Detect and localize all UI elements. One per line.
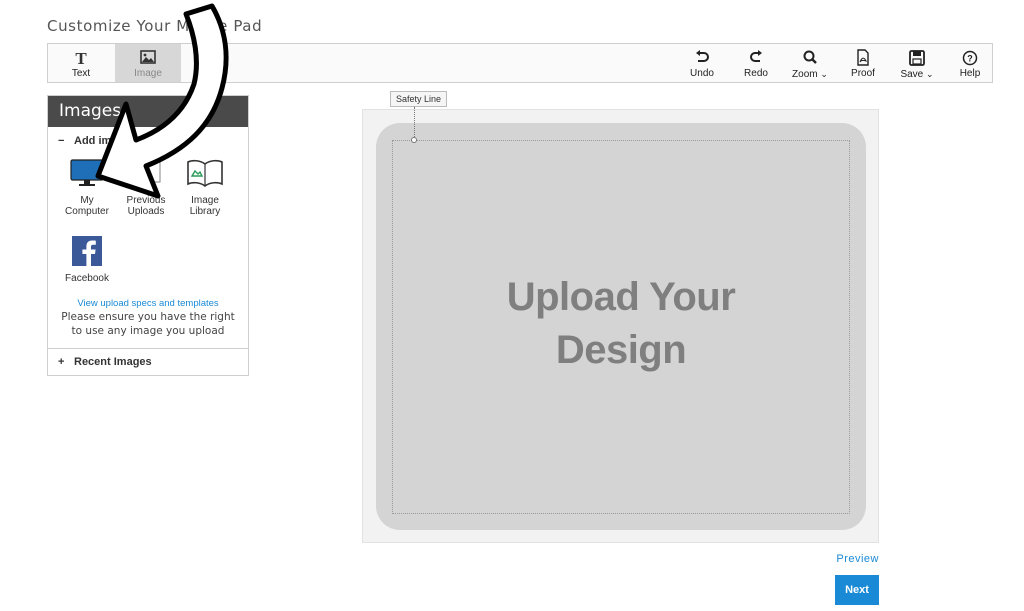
previous-uploads-line1: Previous xyxy=(126,195,166,206)
rights-line1: Please ensure you have the right xyxy=(61,311,235,323)
undo-label: Undo xyxy=(690,68,714,79)
chevron-down-icon: ⌄ xyxy=(926,69,934,79)
my-computer-line2: Computer xyxy=(65,206,109,217)
image-library-line2: Library xyxy=(189,206,221,217)
facebook-source[interactable]: Facebook xyxy=(59,236,115,284)
svg-text:T: T xyxy=(75,49,87,68)
help-label: Help xyxy=(959,68,981,79)
image-library-source[interactable]: Image Library xyxy=(177,158,233,217)
mouse-pad-upload-area[interactable]: Upload Your Design xyxy=(376,123,866,530)
recent-images-section-toggle[interactable]: + Recent Images xyxy=(48,348,248,376)
floppy-disk-icon xyxy=(893,48,941,68)
preview-link[interactable]: Preview xyxy=(836,553,879,565)
text-icon: T xyxy=(48,48,114,68)
chevron-down-icon: ⌄ xyxy=(820,69,828,79)
more-tool-button[interactable]: More xyxy=(182,44,248,82)
page-title: Customize Your Mouse Pad xyxy=(47,17,263,35)
more-tool-label: More xyxy=(203,68,227,79)
proof-label: Proof xyxy=(851,68,875,79)
next-button[interactable]: Next xyxy=(835,575,879,605)
my-computer-line1: My xyxy=(80,195,94,206)
proof-button[interactable]: Proof xyxy=(841,44,885,82)
save-label: Save xyxy=(900,69,924,80)
undo-button[interactable]: Undo xyxy=(680,44,724,82)
rights-line2: to use any image you upload xyxy=(71,325,225,337)
redo-label: Redo xyxy=(744,68,768,79)
redo-icon xyxy=(734,48,778,68)
image-icon xyxy=(115,48,181,68)
images-panel-title: Images xyxy=(48,96,248,127)
monitor-icon xyxy=(59,158,115,191)
previous-uploads-line2: Uploads xyxy=(127,206,165,217)
upload-transfer-icon xyxy=(118,158,174,191)
zoom-button[interactable]: Zoom ⌄ xyxy=(785,44,835,82)
safety-line-label: Safety Line xyxy=(390,91,448,107)
facebook-label: Facebook xyxy=(65,273,109,284)
safety-line-connector xyxy=(414,107,415,139)
facebook-icon xyxy=(59,236,115,269)
upload-specs-link[interactable]: View upload specs and templates xyxy=(48,298,248,309)
image-rights-notice: Please ensure you have the right to use … xyxy=(48,310,248,338)
save-button[interactable]: Save ⌄ xyxy=(893,44,941,82)
expand-icon: + xyxy=(58,356,65,368)
zoom-label: Zoom xyxy=(792,69,818,80)
safety-line-marker xyxy=(411,137,417,143)
open-book-icon xyxy=(177,158,233,191)
my-computer-source[interactable]: My Computer xyxy=(59,158,115,217)
design-canvas: Upload Your Design xyxy=(362,109,879,543)
help-icon: ? xyxy=(948,48,992,68)
svg-text:?: ? xyxy=(967,54,973,64)
pdf-document-icon xyxy=(841,48,885,68)
add-images-section-toggle[interactable]: − Add images from: xyxy=(58,135,168,147)
text-tool-label: Text xyxy=(71,68,91,79)
text-tool-button[interactable]: T Text xyxy=(48,44,114,82)
upload-design-prompt: Upload Your Design xyxy=(376,271,866,377)
image-tool-button[interactable]: Image xyxy=(115,44,181,82)
add-images-label: Add images from: xyxy=(74,135,168,147)
images-panel: Images − Add images from: My Computer Pre… xyxy=(47,95,249,376)
upload-line1: Upload Your xyxy=(506,275,736,319)
image-library-line1: Image xyxy=(191,195,219,206)
image-tool-label: Image xyxy=(134,68,162,79)
magnifier-icon xyxy=(785,48,835,68)
upload-line2: Design xyxy=(555,328,687,372)
help-button[interactable]: ? Help xyxy=(948,44,992,82)
redo-button[interactable]: Redo xyxy=(734,44,778,82)
editor-toolbar: T Text Image More Undo Redo Zoom ⌄ Proof… xyxy=(47,43,993,83)
more-icon xyxy=(182,48,248,68)
undo-icon xyxy=(680,48,724,68)
collapse-icon: − xyxy=(58,135,65,147)
recent-images-label: Recent Images xyxy=(74,356,152,368)
previous-uploads-source[interactable]: Previous Uploads xyxy=(118,158,174,217)
